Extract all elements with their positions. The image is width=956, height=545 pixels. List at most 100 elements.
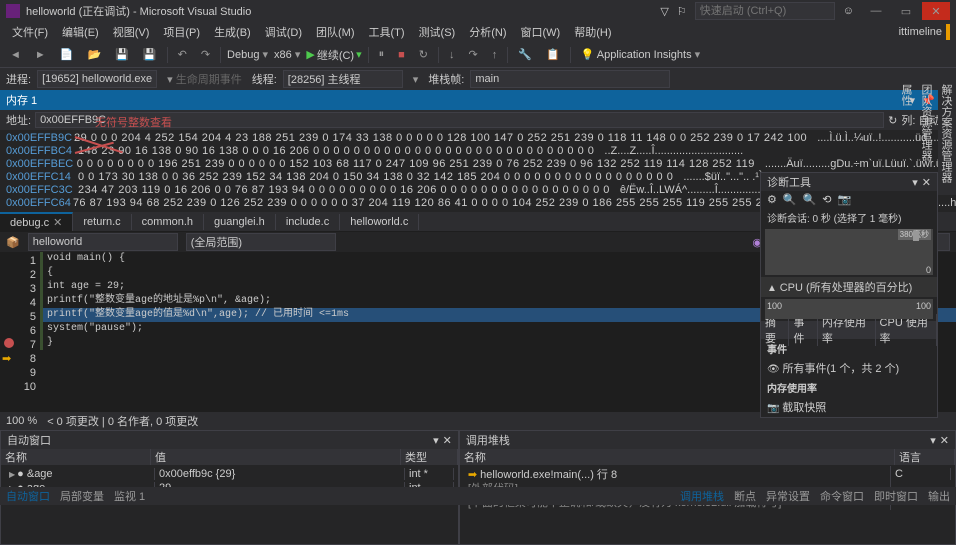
debug-location-toolbar: 进程: [19652] helloworld.exe ▾ 生命周期事件 线程: … xyxy=(0,68,956,90)
address-input[interactable]: 0x00EFFB9C无符号整数查看 xyxy=(35,112,884,128)
breakpoint-icon[interactable] xyxy=(4,338,14,348)
cpu-chart[interactable]: 100 100 xyxy=(765,299,933,319)
config-dropdown[interactable]: Debug ▾ xyxy=(227,48,268,61)
step-into-button[interactable]: ↓ xyxy=(445,47,459,63)
notification-flag-icon[interactable] xyxy=(946,24,950,40)
minimize-button[interactable]: — xyxy=(862,2,890,20)
lifecycle-dropdown[interactable]: ▾ 生命周期事件 xyxy=(163,69,246,89)
forward-button[interactable]: ► xyxy=(31,47,50,63)
dropdown-icon[interactable]: ▾ xyxy=(433,434,439,447)
col-value[interactable]: 值 xyxy=(151,449,401,465)
restart-button[interactable]: ↻ xyxy=(415,46,432,63)
stop-button[interactable]: ■ xyxy=(394,47,409,63)
close-icon[interactable]: ✕ xyxy=(443,434,452,447)
saveall-button[interactable]: 💾 xyxy=(139,46,161,63)
menu-debug[interactable]: 调试(D) xyxy=(259,22,308,42)
col-name[interactable]: 名称 xyxy=(460,449,895,465)
reset-icon[interactable]: ⟲ xyxy=(822,193,831,206)
break-button[interactable]: ⏸ xyxy=(375,46,389,63)
close-icon[interactable]: ✕ xyxy=(940,434,949,447)
col-lang[interactable]: 语言 xyxy=(895,449,955,465)
thread-dropdown[interactable]: [28256] 主线程 xyxy=(283,70,403,88)
tab-return-c[interactable]: return.c xyxy=(73,214,131,230)
col-name[interactable]: 名称 xyxy=(1,449,151,465)
close-button[interactable]: ✕ xyxy=(922,2,950,20)
tab-watch[interactable]: 监视 1 xyxy=(114,488,145,504)
tab-debug-c[interactable]: debug.c✕ xyxy=(0,212,73,231)
redo-button[interactable]: ↷ xyxy=(197,46,214,63)
menu-window[interactable]: 窗口(W) xyxy=(515,22,567,42)
menu-project[interactable]: 项目(P) xyxy=(157,22,206,42)
step-over-button[interactable]: ↷ xyxy=(465,46,482,63)
zoom-out-icon[interactable]: 🔍 xyxy=(803,193,817,206)
menu-edit[interactable]: 编辑(E) xyxy=(56,22,105,42)
memory-row[interactable]: 0x00EFFB9C29 0 0 0 204 4 252 154 204 4 2… xyxy=(6,132,950,145)
tab-guanglei-h[interactable]: guanglei.h xyxy=(204,214,276,230)
menu-test[interactable]: 测试(S) xyxy=(413,22,462,42)
memory-row[interactable]: 0x00EFFBEC0 0 0 0 0 0 0 0 196 251 239 0 … xyxy=(6,158,950,171)
menu-analyze[interactable]: 分析(N) xyxy=(463,22,512,42)
back-button[interactable]: ◄ xyxy=(6,47,25,63)
snapshot-button[interactable]: 📷 截取快照 xyxy=(761,397,937,417)
view-mode-label: 无符号整数查看 xyxy=(95,114,172,130)
menu-build[interactable]: 生成(B) xyxy=(208,22,257,42)
variable-row[interactable]: ▶● &age0x00effb9c {29}int * xyxy=(5,467,454,481)
memory-header: 内存使用率 xyxy=(761,378,937,397)
new-button[interactable]: 📄 xyxy=(56,46,78,63)
memory-row[interactable]: 0x00EFFBC4148 23 90 16 138 0 90 16 138 0… xyxy=(6,145,950,158)
tool-icon[interactable]: ⚙ xyxy=(767,193,777,206)
flag-icon[interactable]: ⚐ xyxy=(677,5,687,18)
account-name[interactable]: ittimeline xyxy=(899,26,942,38)
events-item[interactable]: 👁 所有事件(1 个，共 2 个) xyxy=(761,358,937,378)
tab-helloworld-c[interactable]: helloworld.c xyxy=(340,214,419,230)
tab-command[interactable]: 命令窗口 xyxy=(820,488,864,504)
zoom-in-icon[interactable]: 🔍 xyxy=(783,193,797,206)
open-button[interactable]: 📂 xyxy=(83,46,105,63)
menu-team[interactable]: 团队(M) xyxy=(310,22,361,42)
menu-help[interactable]: 帮助(H) xyxy=(568,22,617,42)
tab-close-icon[interactable]: ✕ xyxy=(53,217,62,229)
save-button[interactable]: 💾 xyxy=(111,46,133,63)
tab-exceptions[interactable]: 异常设置 xyxy=(766,488,810,504)
platform-dropdown[interactable]: x86 ▾ xyxy=(274,48,300,61)
scope-dropdown[interactable]: (全局范围) xyxy=(186,233,336,251)
tab-output[interactable]: 输出 xyxy=(928,488,950,504)
cpu-hi: 100 xyxy=(916,301,931,311)
tab-common-h[interactable]: common.h xyxy=(132,214,204,230)
sidetab-team[interactable]: 团队资源管理器 xyxy=(916,76,936,191)
standard-toolbar: ◄ ► 📄 📂 💾 💾 ↶ ↷ Debug ▾ x86 ▾ ▶ 继续(C) ▾ … xyxy=(0,42,956,68)
tab-locals[interactable]: 局部变量 xyxy=(60,488,104,504)
module-dropdown[interactable]: helloworld xyxy=(28,233,178,251)
menu-view[interactable]: 视图(V) xyxy=(107,22,156,42)
dropdown-icon[interactable]: ▾ xyxy=(930,434,936,447)
undo-button[interactable]: ↶ xyxy=(174,46,191,63)
snapshot-icon[interactable]: 📷 xyxy=(838,193,852,206)
tool-icon[interactable]: 📋 xyxy=(542,46,564,63)
filter-icon[interactable]: ▽ xyxy=(660,5,668,18)
tool-icon[interactable]: 🔧 xyxy=(514,46,536,63)
stackframe-row[interactable]: ➡ helloworld.exe!main(...) 行 8C xyxy=(464,467,951,481)
events-chart[interactable]: 380毫秒 0 xyxy=(765,229,933,275)
col-type[interactable]: 类型 xyxy=(401,449,458,465)
window-title: helloworld (正在调试) - Microsoft Visual Stu… xyxy=(26,3,251,19)
sidetab-properties[interactable]: 属性 xyxy=(896,76,916,191)
menu-file[interactable]: 文件(F) xyxy=(6,22,54,42)
sidetab-solution[interactable]: 解决方案资源管理器 xyxy=(936,76,956,191)
tab-include-c[interactable]: include.c xyxy=(276,214,340,230)
thread-icon[interactable]: ▾ xyxy=(409,71,423,88)
process-dropdown[interactable]: [19652] helloworld.exe xyxy=(37,70,157,88)
maximize-button[interactable]: ▭ xyxy=(892,2,920,20)
cpu-lo: 100 xyxy=(767,301,782,311)
stackframe-dropdown[interactable]: main xyxy=(470,70,670,88)
tab-immediate[interactable]: 即时窗口 xyxy=(874,488,918,504)
tab-autos[interactable]: 自动窗口 xyxy=(6,488,50,504)
feedback-icon[interactable]: ☺ xyxy=(843,5,854,17)
tab-breakpoints[interactable]: 断点 xyxy=(734,488,756,504)
continue-button[interactable]: ▶ 继续(C) ▾ xyxy=(306,47,361,63)
menu-tools[interactable]: 工具(T) xyxy=(363,22,411,42)
insights-button[interactable]: 💡 Application Insights ▾ xyxy=(577,46,705,63)
tab-callstack[interactable]: 调用堆栈 xyxy=(680,488,724,504)
quick-launch-input[interactable] xyxy=(695,2,835,20)
zoom-level[interactable]: 100 % xyxy=(6,415,37,427)
step-out-button[interactable]: ↑ xyxy=(488,47,502,63)
